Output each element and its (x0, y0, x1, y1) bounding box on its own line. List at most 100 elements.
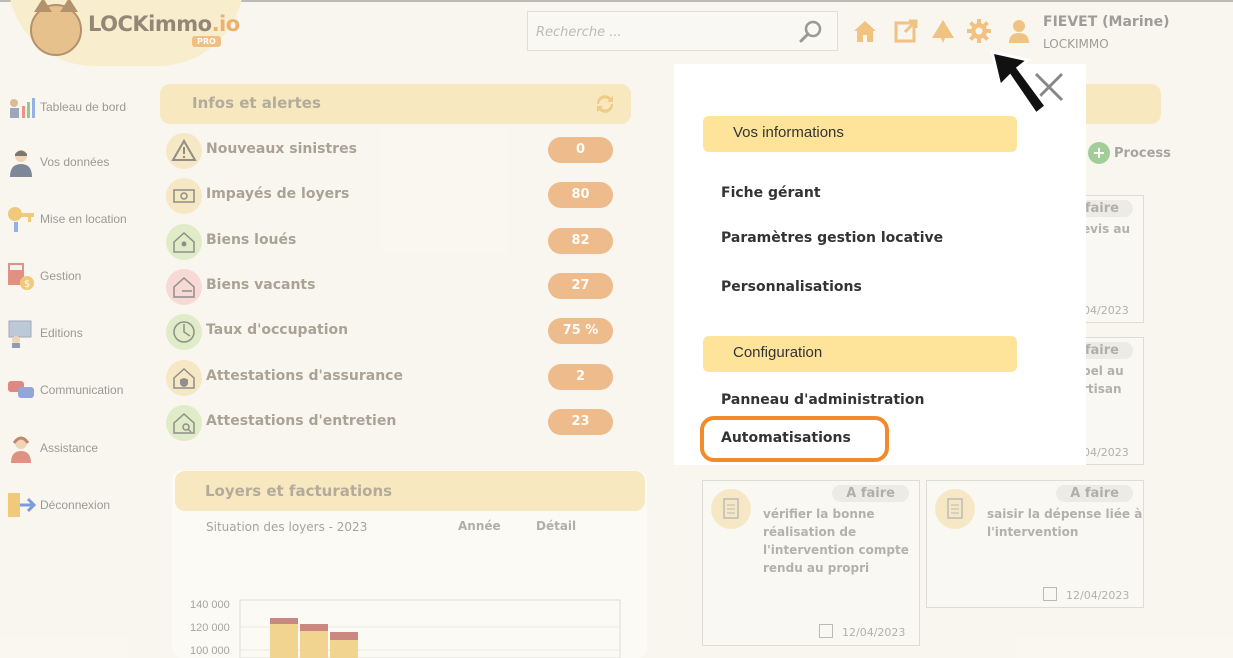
info-label: Nouveaux sinistres (206, 141, 357, 157)
task-card[interactable]: A faire vérifier la bonne réalisation de… (702, 480, 920, 646)
sidebar-item-mise-en-location[interactable]: Mise en location (6, 202, 156, 236)
sidebar-label: Vos données (40, 155, 110, 169)
person-icon (6, 147, 36, 177)
detail-tab[interactable]: Détail (536, 519, 576, 533)
sidebar-item-editions[interactable]: Editions (6, 316, 156, 350)
rented-house-icon (166, 224, 202, 260)
panel-title: Loyers et facturations (205, 482, 393, 500)
user-organization: LOCKIMMO (1043, 37, 1109, 51)
automatisations-highlight (700, 416, 889, 462)
task-card[interactable]: A faire saisir la dépense liée à l'inter… (926, 480, 1144, 608)
info-count-badge[interactable]: 2 (548, 364, 613, 390)
clipboard-icon (711, 489, 751, 529)
sidebar-item-assistance[interactable]: Assistance (6, 431, 156, 465)
add-process-button[interactable]: + Process (1088, 142, 1171, 164)
warning-icon (166, 133, 202, 169)
home-icon[interactable] (852, 18, 878, 44)
info-row-attestations-assurance[interactable]: Attestations d'assurance 2 (166, 358, 616, 398)
user-icon[interactable] (1006, 18, 1032, 44)
axis-tick: 120 000 (190, 622, 230, 634)
logo-text: LOCKimmo.io (88, 12, 240, 36)
info-row-taux-occupation[interactable]: Taux d'occupation 75 % (166, 312, 616, 352)
key-icon (6, 204, 36, 234)
sidebar-item-gestion[interactable]: $ Gestion (6, 259, 156, 293)
alert-icon[interactable] (930, 18, 956, 44)
gear-icon[interactable] (966, 18, 992, 44)
info-label: Attestations d'assurance (206, 368, 403, 384)
task-text: pel au rtisan (1082, 364, 1124, 396)
axis-tick: 100 000 (190, 645, 230, 657)
info-count-badge[interactable]: 80 (548, 182, 613, 208)
menu-section-configuration: Configuration (703, 336, 1017, 372)
info-label: Taux d'occupation (206, 322, 349, 338)
info-row-impayes[interactable]: Impayés de loyers 80 (166, 176, 616, 216)
task-date: 12/04/2023 (1066, 589, 1130, 602)
calculator-icon: $ (6, 261, 36, 291)
external-link-icon[interactable] (893, 18, 919, 44)
info-row-biens-loues[interactable]: Biens loués 82 (166, 222, 616, 262)
sidebar-label: Assistance (40, 441, 99, 455)
chart-bar-top (300, 624, 328, 631)
clipboard-icon (935, 489, 975, 529)
search-icon[interactable] (798, 19, 824, 45)
info-count-badge[interactable]: 27 (548, 273, 613, 299)
search-input[interactable] (536, 21, 786, 43)
menu-item-parametres-gestion-locative[interactable]: Paramètres gestion locative (721, 230, 943, 246)
user-name[interactable]: FIEVET (Marine) (1043, 14, 1170, 30)
info-label: Biens vacants (206, 277, 316, 293)
task-date: 04/2023 (1083, 304, 1129, 317)
search-box (527, 11, 838, 51)
panel-title: Infos et alertes (192, 94, 321, 112)
support-icon (6, 433, 36, 463)
chart-bar-top (330, 632, 358, 640)
info-label: Biens loués (206, 232, 297, 248)
year-tab[interactable]: Année (458, 519, 501, 533)
sidebar-item-vos-donnees[interactable]: Vos données (6, 145, 156, 179)
calendar-icon (1043, 587, 1057, 601)
info-count-badge[interactable]: 82 (548, 228, 613, 254)
sidebar-item-dashboard[interactable]: Tableau de bord (6, 90, 156, 124)
editions-icon (6, 318, 36, 348)
calendar-icon (819, 624, 833, 638)
logout-icon (6, 490, 37, 520)
info-row-attestations-entretien[interactable]: Attestations d'entretien 23 (166, 403, 616, 443)
info-label: Attestations d'entretien (206, 413, 397, 429)
sidebar-item-deconnexion[interactable]: Déconnexion (6, 488, 156, 522)
task-date: 12/04/2023 (842, 626, 906, 639)
chart-bar-top (270, 618, 298, 624)
tasks-panel-header (1076, 84, 1161, 124)
occupancy-icon (166, 314, 202, 350)
task-text: vérifier la bonne réalisation de l'inter… (763, 507, 909, 575)
insurance-house-icon (166, 360, 202, 396)
loyers-chart: 140 000 120 000 100 000 (190, 599, 621, 658)
sidebar-label: Communication (40, 383, 124, 397)
info-row-sinistres[interactable]: Nouveaux sinistres 0 (166, 131, 616, 171)
cat-logo-icon (30, 0, 82, 56)
menu-item-fiche-gerant[interactable]: Fiche gérant (721, 185, 821, 201)
sidebar-label: Déconnexion (40, 498, 111, 512)
sidebar-item-communication[interactable]: Communication (6, 373, 156, 407)
menu-item-panneau-administration[interactable]: Panneau d'administration (721, 392, 924, 408)
logo-pro-badge: PRO (192, 36, 221, 47)
menu-item-personnalisations[interactable]: Personnalisations (721, 279, 862, 295)
settings-dropdown-menu: Vos informations Fiche gérant Paramètres… (674, 64, 1086, 465)
plus-icon: + (1088, 142, 1110, 164)
refresh-icon[interactable] (593, 92, 617, 116)
axis-tick: 140 000 (190, 599, 230, 611)
info-count-badge[interactable]: 75 % (548, 318, 613, 344)
task-text: saisir la dépense liée à l'intervention (987, 507, 1143, 539)
task-text: evis au (1082, 222, 1131, 236)
pointer-arrow-icon (989, 50, 1049, 117)
sidebar-label: Mise en location (40, 212, 127, 226)
sidebar-label: Gestion (40, 269, 82, 283)
vacant-house-icon (166, 269, 202, 305)
menu-section-label: Vos informations (733, 124, 844, 141)
sidebar-label: Tableau de bord (40, 100, 127, 114)
process-label: Process (1114, 145, 1171, 161)
info-row-biens-vacants[interactable]: Biens vacants 27 (166, 267, 616, 307)
money-icon (166, 178, 202, 214)
infos-panel-header: Infos et alertes (160, 84, 631, 124)
info-count-badge[interactable]: 23 (548, 409, 613, 435)
task-status-badge: A faire (832, 485, 909, 502)
info-count-badge[interactable]: 0 (548, 137, 613, 163)
